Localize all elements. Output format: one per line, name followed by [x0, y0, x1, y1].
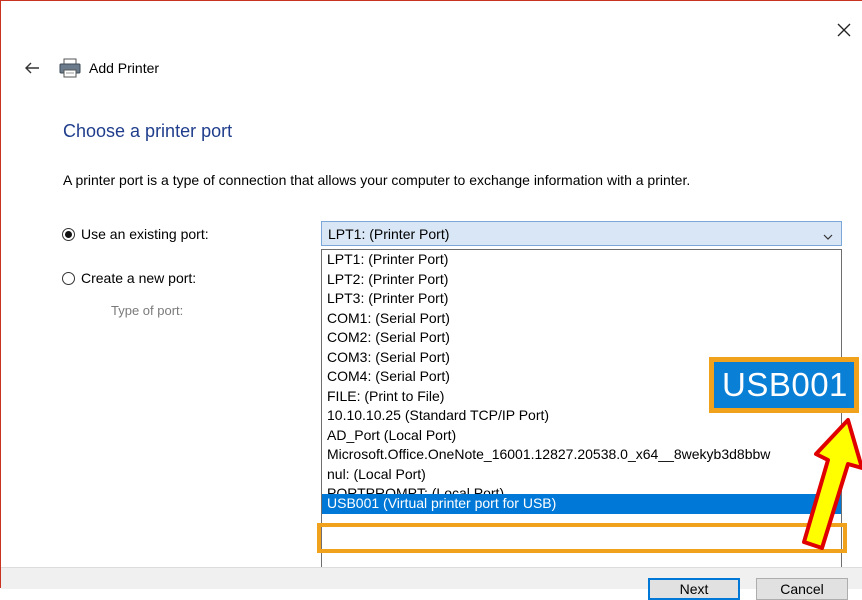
port-option[interactable]: nul: (Local Port) — [322, 465, 841, 485]
port-select[interactable]: LPT1: (Printer Port) — [321, 221, 842, 246]
chevron-down-icon[interactable] — [823, 229, 833, 240]
pointer-arrow — [802, 418, 862, 550]
page-description: A printer port is a type of connection t… — [63, 172, 691, 188]
radio-unchecked-icon[interactable] — [62, 271, 75, 285]
page-heading: Choose a printer port — [63, 121, 233, 141]
use-existing-port-radio[interactable]: Use an existing port: — [62, 226, 209, 242]
type-of-port-label: Type of port: — [111, 303, 184, 318]
next-button[interactable]: Next — [648, 578, 740, 600]
use-existing-port-label: Use an existing port: — [81, 226, 209, 242]
back-arrow-icon[interactable] — [22, 60, 42, 76]
port-option[interactable]: AD_Port (Local Port) — [322, 426, 841, 446]
create-new-port-label: Create a new port: — [81, 270, 197, 286]
port-option[interactable]: LPT3: (Printer Port) — [322, 289, 841, 309]
port-option[interactable]: LPT1: (Printer Port) — [322, 250, 841, 270]
create-new-port-radio[interactable]: Create a new port: — [62, 270, 196, 286]
port-option[interactable]: Microsoft.Office.OneNote_16001.12827.205… — [322, 445, 841, 465]
cancel-button[interactable]: Cancel — [756, 578, 848, 600]
port-option[interactable]: COM2: (Serial Port) — [322, 328, 841, 348]
port-option[interactable]: COM1: (Serial Port) — [322, 309, 841, 329]
close-icon[interactable] — [832, 18, 856, 42]
port-option-selected[interactable]: USB001 (Virtual printer port for USB) — [322, 494, 841, 514]
port-dropdown-list[interactable]: LPT1: (Printer Port) LPT2: (Printer Port… — [321, 249, 842, 578]
port-select-value: LPT1: (Printer Port) — [328, 226, 450, 242]
port-option[interactable]: LPT2: (Printer Port) — [322, 270, 841, 290]
port-option[interactable]: PORTPROMPT: (Local Port) — [322, 484, 841, 494]
printer-icon — [59, 58, 81, 78]
window-title: Add Printer — [89, 60, 160, 76]
usb001-callout: USB001 — [709, 357, 859, 413]
radio-checked-icon[interactable] — [62, 227, 75, 241]
